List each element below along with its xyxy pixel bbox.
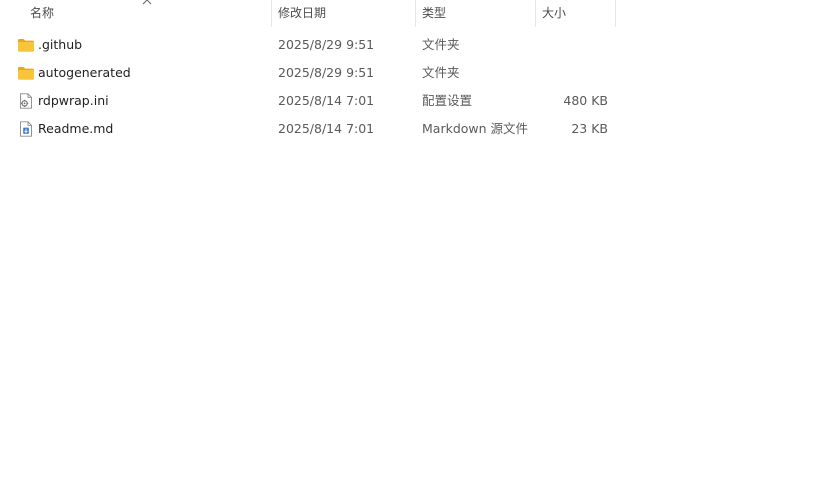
column-header-date[interactable]: 修改日期: [271, 0, 415, 27]
column-divider[interactable]: [615, 0, 616, 27]
file-name: rdpwrap.ini: [38, 93, 109, 108]
file-row-github[interactable]: .github 2025/8/29 9:51 文件夹: [0, 31, 819, 59]
file-name: autogenerated: [38, 65, 131, 80]
file-date: 2025/8/14 7:01: [278, 93, 375, 108]
file-type: Markdown 源文件: [422, 121, 529, 136]
file-explorer: 名称 修改日期 类型 大小 .github 2025/8/29 9:51 文件夹: [0, 0, 819, 490]
markdown-file-icon: [17, 121, 35, 137]
file-date: 2025/8/14 7:01: [278, 121, 375, 136]
column-header-name[interactable]: 名称: [23, 0, 271, 27]
file-type: 文件夹: [422, 37, 460, 52]
file-date: 2025/8/29 9:51: [278, 65, 375, 80]
file-date: 2025/8/29 9:51: [278, 37, 375, 52]
file-name: Readme.md: [38, 121, 114, 136]
file-size: 480 KB: [563, 93, 608, 108]
column-header-size[interactable]: 大小: [535, 0, 615, 27]
file-size: 23 KB: [571, 121, 608, 136]
file-row-rdpwrap-ini[interactable]: rdpwrap.ini 2025/8/14 7:01 配置设置 480 KB: [0, 87, 819, 115]
folder-icon: [17, 65, 35, 81]
column-header-type[interactable]: 类型: [415, 0, 535, 27]
file-row-autogenerated[interactable]: autogenerated 2025/8/29 9:51 文件夹: [0, 59, 819, 87]
file-type: 配置设置: [422, 93, 473, 108]
file-list: .github 2025/8/29 9:51 文件夹 autogenerated…: [0, 31, 819, 143]
file-row-readme-md[interactable]: Readme.md 2025/8/14 7:01 Markdown 源文件 23…: [0, 115, 819, 143]
file-size: [535, 59, 608, 87]
file-type: 文件夹: [422, 65, 460, 80]
column-header-bar: 名称 修改日期 类型 大小: [0, 0, 819, 27]
folder-icon: [17, 37, 35, 53]
settings-file-icon: [17, 93, 35, 109]
file-size: [535, 31, 608, 59]
file-name: .github: [38, 37, 83, 52]
